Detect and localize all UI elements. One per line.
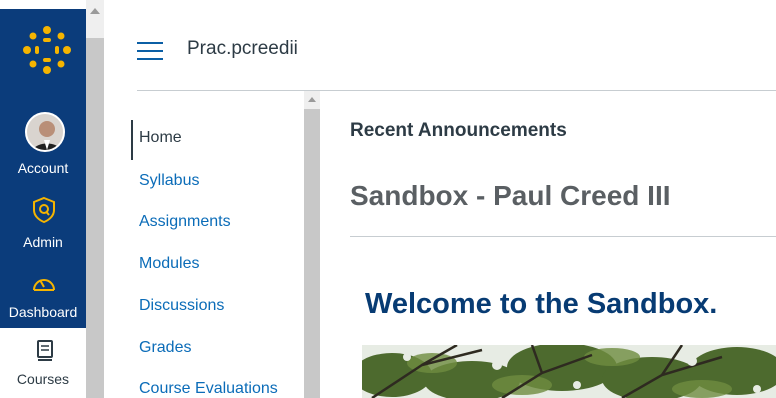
- scroll-up-arrow-icon[interactable]: [308, 97, 316, 102]
- global-nav-account[interactable]: Account: [0, 112, 86, 182]
- tree-photo: [362, 345, 776, 398]
- header-divider: [137, 90, 776, 91]
- hamburger-icon: [137, 42, 163, 44]
- sandbox-photo: [362, 345, 776, 398]
- breadcrumb[interactable]: Prac.pcreedii: [187, 38, 298, 60]
- course-nav-syllabus[interactable]: Syllabus: [139, 172, 199, 190]
- global-nav: Account Admin Dashboard Courses: [0, 0, 86, 398]
- book-icon: [37, 340, 53, 361]
- avatar: [25, 112, 65, 152]
- dashboard-label: Dashboard: [8, 304, 78, 320]
- global-nav-courses[interactable]: Courses: [0, 338, 86, 394]
- account-label: Account: [17, 160, 69, 176]
- course-nav-modules[interactable]: Modules: [139, 255, 199, 273]
- courses-label: Courses: [16, 371, 70, 387]
- global-nav-admin[interactable]: Admin: [0, 196, 86, 252]
- active-indicator: [131, 120, 133, 160]
- shield-icon: [33, 196, 55, 224]
- canvas-logo-icon[interactable]: [21, 24, 73, 76]
- welcome-heading: Welcome to the Sandbox.: [365, 288, 718, 320]
- speedometer-icon: [33, 279, 55, 291]
- course-nav-home[interactable]: Home: [139, 129, 182, 147]
- title-divider: [350, 236, 776, 237]
- avatar-image: [27, 114, 63, 150]
- course-nav-grades[interactable]: Grades: [139, 339, 191, 357]
- course-nav-assignments[interactable]: Assignments: [139, 213, 231, 231]
- global-nav-dashboard[interactable]: Dashboard: [0, 272, 86, 324]
- course-nav-course-evaluations[interactable]: Course Evaluations: [139, 380, 278, 398]
- course-menu-toggle-button[interactable]: [137, 40, 163, 62]
- page-title: Sandbox - Paul Creed III: [350, 180, 671, 211]
- course-nav-scrollbar[interactable]: [304, 91, 320, 398]
- global-nav-scrollbar[interactable]: [86, 0, 104, 398]
- admin-label: Admin: [23, 234, 63, 250]
- scroll-up-arrow-icon[interactable]: [90, 8, 100, 14]
- recent-announcements-heading: Recent Announcements: [350, 120, 567, 141]
- course-nav-discussions[interactable]: Discussions: [139, 297, 224, 315]
